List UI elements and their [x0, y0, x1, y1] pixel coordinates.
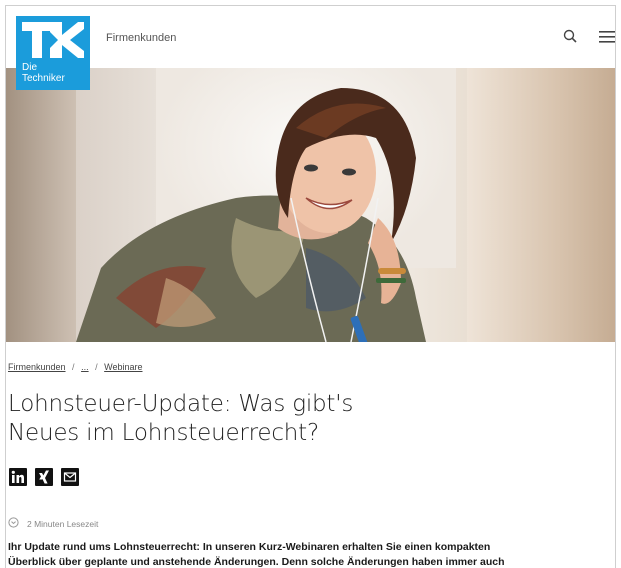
hero-image [6, 68, 615, 342]
breadcrumb-webinare[interactable]: Webinare [104, 362, 142, 372]
title-line-2: Neues im Lohnsteuerrecht? [8, 420, 320, 446]
read-time-label: 2 Minuten Lesezeit [27, 518, 99, 529]
xing-icon[interactable] [34, 468, 54, 486]
site-header: Firmenkunden [6, 6, 615, 68]
page-title: Lohnsteuer-Update: Was gibt's Neues im L… [8, 390, 568, 448]
menu-icon[interactable] [599, 30, 615, 44]
nav-firmenkunden[interactable]: Firmenkunden [106, 32, 176, 44]
breadcrumb: Firmenkunden / ... / Webinare [8, 362, 143, 372]
share-bar [8, 468, 80, 486]
linkedin-icon[interactable] [8, 468, 28, 486]
breadcrumb-firmenkunden[interactable]: Firmenkunden [8, 362, 66, 372]
page-frame: Firmenkunden Die Techniker Firmenkunden … [5, 5, 616, 568]
tk-logo-mark [22, 22, 84, 58]
logo-line-1: Die [22, 62, 38, 73]
search-icon[interactable] [562, 28, 580, 46]
hero-illustration [76, 88, 426, 342]
mail-icon[interactable] [60, 468, 80, 486]
intro-line-1: Ihr Update rund ums Lohnsteuerrecht: In … [8, 541, 491, 553]
breadcrumb-separator: / [72, 362, 75, 372]
tk-logo[interactable]: Die Techniker [16, 16, 90, 90]
clock-icon [8, 517, 19, 530]
article-intro: Ihr Update rund ums Lohnsteuerrecht: In … [8, 540, 614, 568]
read-time: 2 Minuten Lesezeit [8, 517, 98, 530]
breadcrumb-ellipsis[interactable]: ... [81, 362, 89, 372]
logo-line-2: Techniker [22, 73, 65, 84]
intro-line-2: Überblick über geplante und anstehende Ä… [8, 556, 505, 568]
tk-logo-text: Die Techniker [22, 62, 65, 84]
breadcrumb-separator: / [95, 362, 98, 372]
title-line-1: Lohnsteuer-Update: Was gibt's [8, 391, 354, 417]
